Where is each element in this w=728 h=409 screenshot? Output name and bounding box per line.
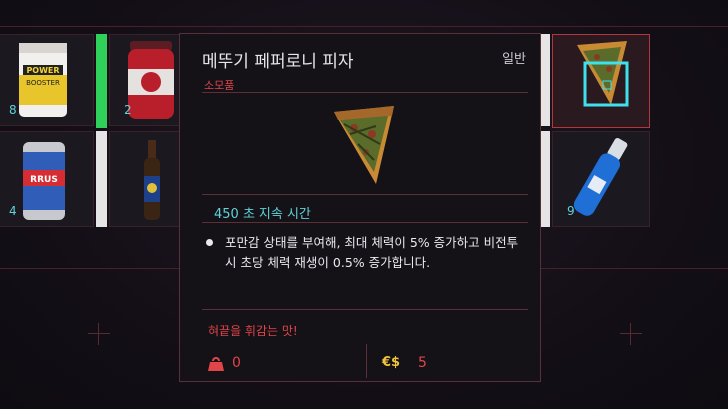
divider <box>202 92 528 93</box>
red-protein-jar-icon <box>128 41 174 119</box>
grid-line <box>0 26 728 27</box>
item-count: 4 <box>9 204 17 218</box>
hot-sauce-bottle-icon <box>144 140 160 220</box>
slot-indicator <box>96 131 107 227</box>
svg-text:RRUS: RRUS <box>30 175 58 185</box>
item-type: 소모품 <box>204 79 235 92</box>
inventory-slot-hot-sauce-bottle[interactable] <box>109 131 181 227</box>
svg-text:POWER: POWER <box>26 66 59 75</box>
slot-indicator <box>541 131 550 227</box>
item-rarity: 일반 <box>502 52 526 67</box>
divider <box>366 344 367 378</box>
divider <box>202 194 528 195</box>
divider <box>202 309 528 310</box>
svg-text:BOOSTER: BOOSTER <box>26 79 60 87</box>
item-weight: 0 <box>232 355 241 371</box>
flavor-text: 혀끝을 휘감는 맛! <box>208 324 298 338</box>
duration-value: 450 초 <box>214 207 255 222</box>
slot-indicator <box>541 34 550 126</box>
inventory-slot-pizza-slice[interactable] <box>552 34 650 128</box>
item-title: 메뚜기 페퍼로니 피자 <box>202 52 354 72</box>
eddies-currency-icon: €$ <box>382 355 401 370</box>
item-price: 5 <box>418 355 427 371</box>
item-count: 8 <box>9 103 17 117</box>
pizza-slice-icon <box>334 106 394 184</box>
duration-label: 지속 시간 <box>258 207 311 222</box>
item-count: 9 <box>567 204 575 218</box>
item-count: 2 <box>124 103 132 117</box>
inventory-slot-soda-can[interactable]: RRUS 4 <box>0 131 94 227</box>
duration: 450 초 지속 시간 <box>214 203 311 222</box>
crosshair-icon <box>620 323 642 345</box>
inventory-slot-power-booster[interactable]: POWER BOOSTER 8 <box>0 34 94 126</box>
bullet-icon <box>206 239 213 246</box>
pizza-slice-icon <box>577 41 629 107</box>
crosshair-icon <box>88 323 110 345</box>
description-text: 포만감 상태를 부여해, 최대 체력이 5% 증가하고 비전투 시 초당 체력 … <box>225 235 519 270</box>
weight-icon <box>208 357 224 371</box>
equipped-indicator <box>96 34 107 128</box>
divider <box>202 222 528 223</box>
item-tooltip: 메뚜기 페퍼로니 피자 일반 소모품 450 초 지속 시간 포만감 상태를 부여… <box>179 33 541 382</box>
item-description: 포만감 상태를 부여해, 최대 체력이 5% 증가하고 비전투 시 초당 체력 … <box>206 233 521 273</box>
inventory-slot-inhaler[interactable]: 9 <box>552 131 650 227</box>
inventory-slot-red-protein-jar[interactable]: 2 <box>109 34 181 126</box>
